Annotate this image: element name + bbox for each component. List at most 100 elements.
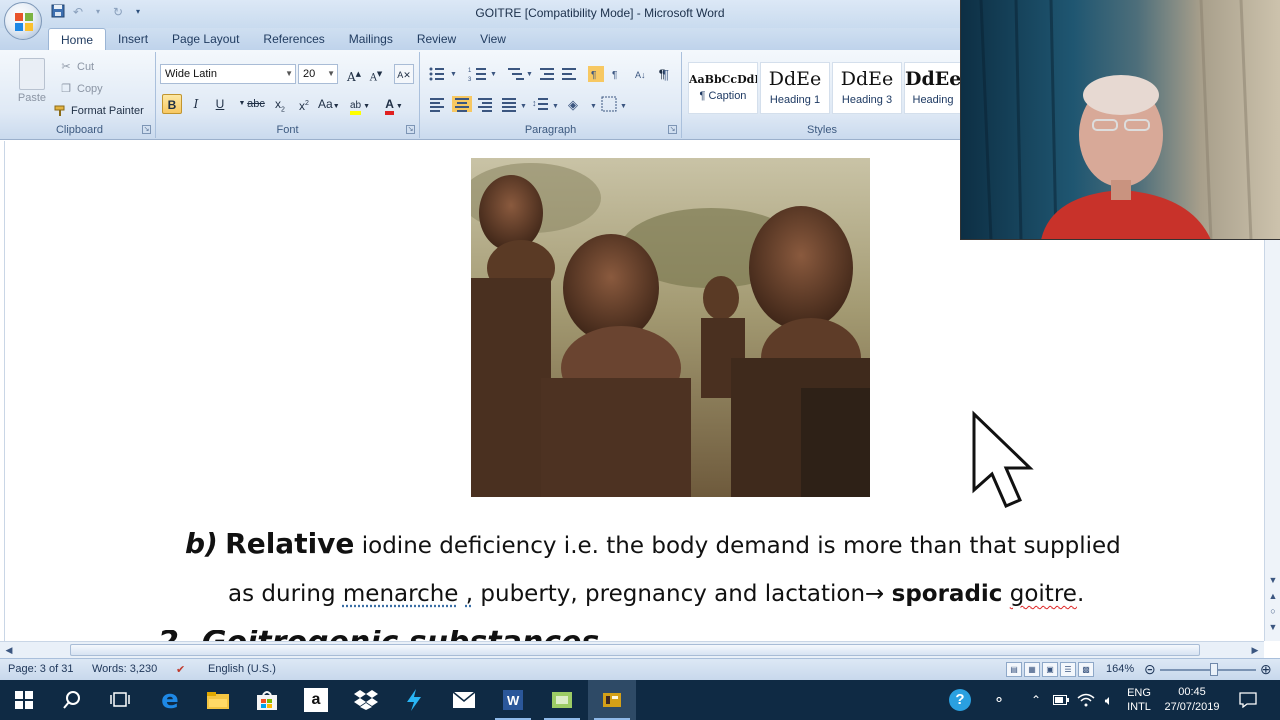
- clear-formatting-button[interactable]: A✕: [394, 64, 414, 84]
- help-icon[interactable]: ?: [944, 680, 976, 720]
- paragraph-relative-deficiency[interactable]: b) Relative iodine deficiency i.e. the b…: [185, 527, 1121, 560]
- styles-group-label: Styles: [807, 124, 837, 136]
- zoom-slider-track[interactable]: [1160, 669, 1256, 671]
- font-launcher-icon[interactable]: ↘: [406, 125, 415, 134]
- tab-page-layout[interactable]: Page Layout: [160, 28, 251, 50]
- show-formatting-marks-button[interactable]: ¶: [652, 64, 672, 84]
- next-page-icon[interactable]: ▼: [1265, 620, 1280, 634]
- svg-text:¶: ¶: [612, 70, 617, 81]
- presenter-app-icon[interactable]: [588, 680, 636, 720]
- battery-icon[interactable]: [1050, 680, 1072, 720]
- clipboard-launcher-icon[interactable]: ↘: [142, 125, 151, 134]
- format-painter-button[interactable]: Format Painter: [54, 102, 144, 120]
- word-taskbar-icon[interactable]: W: [489, 680, 537, 720]
- tab-references[interactable]: References: [251, 28, 336, 50]
- powerpoint-viewer-icon[interactable]: [538, 680, 586, 720]
- start-button[interactable]: [0, 680, 48, 720]
- svg-text:A↓: A↓: [635, 70, 646, 80]
- change-case-button[interactable]: Aa▼: [318, 94, 340, 114]
- superscript-button[interactable]: x2: [294, 94, 314, 114]
- show-hidden-icons-icon[interactable]: ⌃: [1026, 680, 1046, 720]
- dropbox-icon[interactable]: [342, 680, 390, 720]
- grow-font-button[interactable]: A▲: [344, 64, 364, 84]
- tab-review[interactable]: Review: [405, 28, 468, 50]
- bold-term-sporadic: sporadic: [891, 581, 1003, 607]
- cut-button[interactable]: ✂ Cut: [60, 58, 94, 76]
- mail-icon[interactable]: [440, 680, 488, 720]
- horizontal-scrollbar[interactable]: ◀ ▶: [0, 641, 1264, 658]
- outline-view-icon[interactable]: ☰: [1060, 662, 1076, 677]
- search-icon[interactable]: [48, 680, 96, 720]
- paragraph-launcher-icon[interactable]: ↘: [668, 125, 677, 134]
- italic-button[interactable]: I: [186, 94, 206, 114]
- highlight-button[interactable]: ab ▼: [350, 94, 370, 115]
- draft-view-icon[interactable]: ▩: [1078, 662, 1094, 677]
- webcam-overlay: [960, 0, 1280, 240]
- store-icon[interactable]: [243, 680, 291, 720]
- horizontal-scroll-thumb[interactable]: [70, 644, 1200, 656]
- paragraph-sporadic-goitre[interactable]: as during menarche , puberty, pregnancy …: [228, 581, 1084, 607]
- font-name-combo[interactable]: Wide Latin ▼: [160, 64, 296, 84]
- app-lightning-icon[interactable]: [390, 680, 438, 720]
- edge-browser-icon[interactable]: e: [146, 680, 194, 720]
- proofing-icon[interactable]: ✔︎: [176, 663, 185, 676]
- task-view-icon[interactable]: [96, 680, 144, 720]
- volume-icon[interactable]: 🔈︎: [1098, 680, 1120, 720]
- scroll-left-arrow-icon[interactable]: ◀: [2, 643, 16, 657]
- style-heading-3[interactable]: DdEe Heading 3: [832, 62, 902, 114]
- language-indicator[interactable]: English (U.S.): [208, 663, 276, 675]
- file-explorer-icon[interactable]: [194, 680, 242, 720]
- chevron-down-icon: ▼: [327, 69, 335, 78]
- text-period: .: [1076, 581, 1085, 607]
- bold-button[interactable]: B: [162, 94, 182, 114]
- previous-page-icon[interactable]: ▲: [1265, 589, 1280, 603]
- style-heading-1[interactable]: DdEe Heading 1: [760, 62, 830, 114]
- paintbrush-icon: [54, 105, 66, 117]
- people-icon[interactable]: ⚬: [984, 680, 1014, 720]
- style-heading[interactable]: DdEe Heading: [904, 62, 962, 114]
- goitre-photo[interactable]: [471, 158, 870, 497]
- input-language-indicator[interactable]: ENG INTL: [1122, 680, 1156, 720]
- tab-insert[interactable]: Insert: [106, 28, 160, 50]
- style-caption-name: ¶ Caption: [699, 90, 747, 102]
- mouse-pointer-icon: [972, 410, 1034, 508]
- tab-home[interactable]: Home: [48, 28, 107, 50]
- font-group-label: Font: [276, 124, 299, 136]
- scroll-down-arrow-icon[interactable]: ▼: [1265, 573, 1280, 587]
- paste-button[interactable]: Paste: [16, 58, 48, 108]
- shrink-font-button[interactable]: A▼: [366, 64, 386, 84]
- zoom-level[interactable]: 164%: [1106, 663, 1134, 675]
- browse-object-icon[interactable]: ○: [1265, 604, 1280, 618]
- office-button[interactable]: [4, 2, 42, 40]
- next-heading-text: 2- Goitrogenic substances: [158, 630, 599, 641]
- tab-view[interactable]: View: [468, 28, 518, 50]
- font-color-button[interactable]: A ▼: [384, 94, 404, 115]
- clock-time: 00:45: [1178, 686, 1206, 698]
- wifi-icon[interactable]: [1074, 680, 1098, 720]
- style-heading-3-sample: DdEe: [840, 68, 894, 90]
- full-screen-reading-view-icon[interactable]: ▦: [1024, 662, 1040, 677]
- grow-font-label: A: [346, 70, 356, 84]
- zoom-slider-thumb[interactable]: [1210, 663, 1218, 676]
- font-group: Wide Latin ▼ 20 ▼ A▲ A▼ A✕ B I U ▼ abc x…: [156, 52, 420, 138]
- svg-text:3: 3: [468, 77, 472, 82]
- copy-button[interactable]: ❐ Copy: [60, 80, 103, 98]
- word-count[interactable]: Words: 3,230: [92, 663, 157, 675]
- print-layout-view-icon[interactable]: ▤: [1006, 662, 1022, 677]
- amazon-icon[interactable]: a: [292, 680, 340, 720]
- clock[interactable]: 00:45 27/07/2019: [1160, 680, 1224, 720]
- cut-label: Cut: [77, 61, 95, 73]
- strikethrough-button[interactable]: abc: [246, 94, 266, 114]
- scroll-right-arrow-icon[interactable]: ▶: [1248, 643, 1262, 657]
- style-caption[interactable]: AaBbCcDdEe ¶ Caption: [688, 62, 758, 114]
- subscript-button[interactable]: x2: [270, 94, 290, 114]
- page-count[interactable]: Page: 3 of 31: [8, 663, 73, 675]
- zoom-in-icon[interactable]: ⊕: [1260, 661, 1272, 678]
- tab-mailings[interactable]: Mailings: [337, 28, 405, 50]
- action-center-icon[interactable]: [1234, 680, 1262, 720]
- font-size-combo[interactable]: 20 ▼: [298, 64, 338, 84]
- font-color-label: A: [385, 97, 394, 115]
- zoom-out-icon[interactable]: ⊝: [1144, 661, 1156, 678]
- web-layout-view-icon[interactable]: ▣: [1042, 662, 1058, 677]
- underline-button[interactable]: U: [210, 94, 230, 114]
